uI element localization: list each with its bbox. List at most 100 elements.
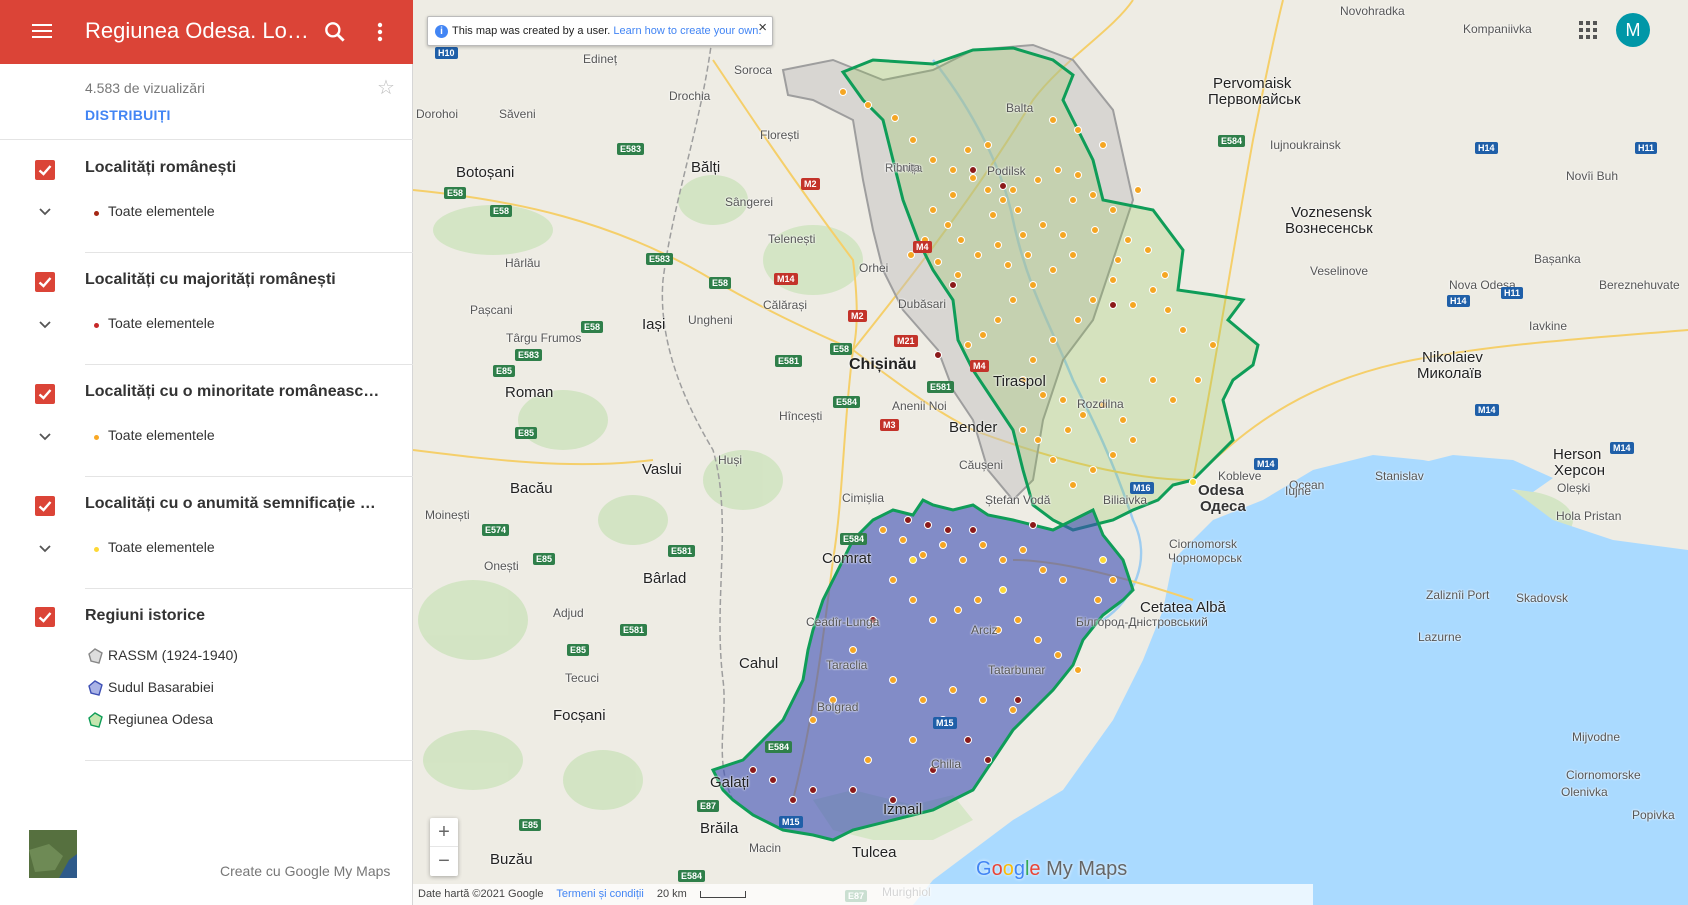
road-shield: M14 bbox=[1254, 458, 1278, 470]
road-shield: E581 bbox=[668, 545, 696, 557]
road-shield: M2 bbox=[848, 310, 867, 322]
layer-checkbox[interactable] bbox=[35, 272, 55, 292]
map-place-label: Izmail bbox=[883, 801, 923, 818]
layer-item-label[interactable]: Toate elementele bbox=[108, 539, 215, 555]
map-place-label: Roman bbox=[505, 384, 554, 401]
apps-grid-icon[interactable] bbox=[1578, 20, 1598, 40]
logo-letter: o bbox=[991, 858, 1003, 880]
road-shield: E584 bbox=[678, 870, 706, 882]
layer-checkbox[interactable] bbox=[35, 496, 55, 516]
more-vert-icon[interactable] bbox=[370, 19, 390, 45]
map-place-label: Edineț bbox=[583, 52, 618, 66]
region-item-label[interactable]: Sudul Basarabiei bbox=[108, 679, 214, 695]
logo-letter: g bbox=[1013, 858, 1025, 880]
map-place-label: Tatarbunar bbox=[988, 663, 1046, 677]
layer-item-label[interactable]: Toate elementele bbox=[108, 427, 215, 443]
road-shield: E584 bbox=[765, 741, 793, 753]
map-place-label: Lazurne bbox=[1418, 630, 1462, 644]
map-place-label: Anenii Noi bbox=[892, 399, 947, 413]
layer-title[interactable]: Localități cu o minoritate românească s.… bbox=[85, 383, 385, 401]
logo-letter: e bbox=[1029, 858, 1041, 880]
road-shield: M14 bbox=[774, 273, 798, 285]
search-icon[interactable] bbox=[322, 19, 348, 45]
road-shield: E85 bbox=[533, 553, 556, 565]
account-avatar[interactable]: M bbox=[1616, 13, 1650, 47]
map-place-label: Pașcani bbox=[470, 303, 513, 317]
road-shield: M16 bbox=[1130, 482, 1154, 494]
map-place-label: Cetatea Albă bbox=[1140, 599, 1226, 616]
share-button[interactable]: DISTRIBUIȚI bbox=[85, 107, 171, 123]
layer-minoritate-romaneasca: Localități cu o minoritate românească s.… bbox=[0, 365, 413, 478]
map-place-label: Cimișlia bbox=[842, 491, 884, 505]
map-title[interactable]: Regiunea Odesa. Locali... bbox=[85, 18, 310, 44]
zoom-control: + − bbox=[430, 818, 458, 876]
yellow-dot-icon bbox=[94, 547, 99, 552]
road-shield: E85 bbox=[515, 427, 538, 439]
layer-semnificatie: Localități cu o anumită semnificație pen… bbox=[0, 477, 413, 590]
road-shield: M14 bbox=[1610, 442, 1634, 454]
map-place-label: Hârlău bbox=[505, 256, 541, 270]
map-place-label: Mijvodne bbox=[1572, 730, 1621, 744]
layer-item-label[interactable]: Toate elementele bbox=[108, 315, 215, 331]
chevron-down-icon[interactable] bbox=[37, 317, 53, 333]
road-shield: E85 bbox=[567, 644, 590, 656]
logo-letter: G bbox=[976, 858, 992, 880]
map-place-label: Macin bbox=[749, 841, 782, 855]
road-shield: M15 bbox=[779, 816, 803, 828]
map-place-label: Kobleve bbox=[1218, 469, 1262, 483]
map-place-label: Iujnoukrainsk bbox=[1270, 138, 1341, 152]
map-place-label: Orhei bbox=[859, 261, 889, 275]
map-place-label: Bârlad bbox=[643, 570, 687, 587]
red-dot-icon bbox=[94, 323, 99, 328]
layer-checkbox[interactable] bbox=[35, 384, 55, 404]
layer-regiuni-istorice: Regiuni istorice RASSM (1924-1940) Sudul… bbox=[0, 589, 413, 764]
app-root: Regiunea Odesa. Locali... 4.583 de vizua… bbox=[0, 0, 1688, 905]
made-with-my-maps-link[interactable]: Create cu Google My Maps bbox=[220, 863, 390, 879]
region-item-label[interactable]: RASSM (1924-1940) bbox=[108, 647, 238, 663]
map-canvas[interactable]: Chișinău Iași Odesa Одеса Nikolaiev Миколаїв H… bbox=[413, 0, 1688, 905]
map-place-label: Bacău bbox=[510, 480, 553, 497]
map-place-label: Huși bbox=[718, 453, 743, 467]
layer-checkbox[interactable] bbox=[35, 160, 55, 180]
map-place-label: Buzău bbox=[490, 851, 533, 868]
view-count: 4.583 de vizualizări bbox=[85, 80, 205, 96]
basemap-thumbnail[interactable] bbox=[29, 830, 77, 878]
road-shield: M2 bbox=[801, 178, 820, 190]
learn-more-link[interactable]: Learn how to create your own. bbox=[613, 25, 761, 37]
road-shield: E85 bbox=[493, 365, 516, 377]
road-shield: E581 bbox=[620, 624, 648, 636]
layer-title[interactable]: Localități cu o anumită semnificație pen… bbox=[85, 495, 385, 513]
sidebar: Regiunea Odesa. Locali... 4.583 de vizua… bbox=[0, 0, 413, 905]
terms-link[interactable]: Termeni și condiții bbox=[556, 888, 643, 900]
region-item-label[interactable]: Regiunea Odesa bbox=[108, 711, 213, 727]
map-place-label: Pervomaisk bbox=[1213, 75, 1292, 92]
layer-title[interactable]: Localități românești bbox=[85, 159, 385, 177]
map-place-label: Târgu Frumos bbox=[506, 331, 582, 345]
hamburger-menu-icon[interactable] bbox=[30, 20, 54, 44]
scale-label[interactable]: 20 km bbox=[657, 888, 687, 900]
map-place-label: Botoșani bbox=[456, 164, 515, 181]
road-shield: M3 bbox=[880, 419, 899, 431]
map-place-label: Chișinău bbox=[849, 356, 917, 373]
map-place-label: Hola Pristan bbox=[1556, 509, 1622, 523]
chevron-down-icon[interactable] bbox=[37, 541, 53, 557]
road-shield: E584 bbox=[840, 533, 868, 545]
map-place-label: Hîncești bbox=[779, 409, 823, 423]
map-place-label: Odesa bbox=[1198, 482, 1244, 499]
layer-checkbox[interactable] bbox=[35, 607, 55, 627]
user-map-notice: i This map was created by a user. Learn … bbox=[427, 16, 773, 46]
map-data-attribution: Date hartă ©2021 Google bbox=[418, 888, 544, 900]
layer-title[interactable]: Localități cu majorități românești bbox=[85, 271, 385, 289]
layer-item-label[interactable]: Toate elementele bbox=[108, 203, 215, 219]
star-outline-icon[interactable]: ☆ bbox=[377, 78, 395, 98]
chevron-down-icon[interactable] bbox=[37, 429, 53, 445]
logo-my-maps-text: My Maps bbox=[1046, 858, 1128, 880]
map-place-label: Telenești bbox=[768, 232, 816, 246]
close-icon[interactable]: × bbox=[758, 14, 767, 42]
road-shield: E58 bbox=[490, 205, 513, 217]
zoom-in-button[interactable]: + bbox=[430, 818, 458, 847]
zoom-out-button[interactable]: − bbox=[430, 847, 458, 876]
chevron-down-icon[interactable] bbox=[37, 204, 53, 220]
google-my-maps-logo: Google My Maps bbox=[976, 858, 1127, 881]
layer-title[interactable]: Regiuni istorice bbox=[85, 607, 385, 625]
